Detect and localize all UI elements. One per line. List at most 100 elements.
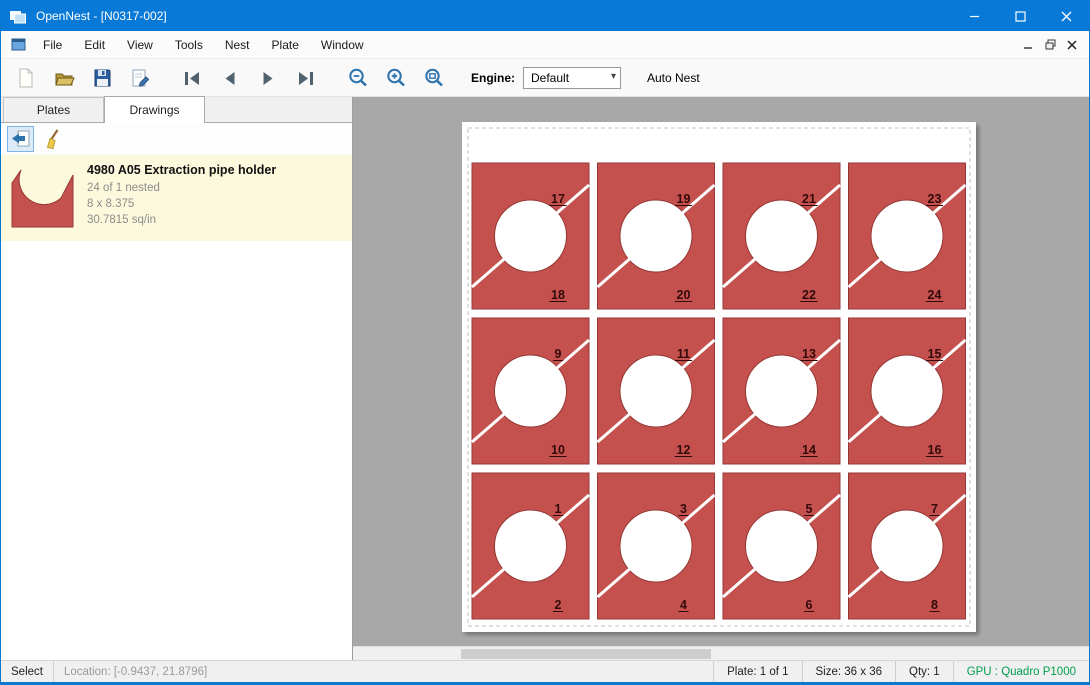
status-gpu: GPU : Quadro P1000 [953,661,1089,682]
close-icon [1061,11,1072,22]
mdi-restore-icon [1045,39,1056,50]
part-number: 14 [802,443,816,457]
nest-pair[interactable]: 21 22 [723,163,840,309]
menu-tools[interactable]: Tools [164,33,214,57]
nest-pair[interactable]: 1516 [849,318,966,464]
window-title: OpenNest - [N0317-002] [36,9,167,23]
status-plate: Plate: 1 of 1 [713,661,801,682]
nest-pair[interactable]: 34 [598,473,715,619]
menu-view[interactable]: View [116,33,164,57]
nav-next-button[interactable] [251,63,285,93]
nav-prev-button[interactable] [213,63,247,93]
part-number: 21 [802,192,816,206]
part-number: 22 [802,288,816,302]
drawing-thumbnail-shape [12,170,73,227]
nest-pair[interactable]: 2324 [849,163,966,309]
engine-select[interactable]: Default ▾ [523,67,621,89]
app-window: OpenNest - [N0317-002] File Edit View To… [0,0,1090,685]
drawing-thumbnail [9,161,77,235]
nest-pair[interactable]: 1718 [472,163,589,309]
nest-pair[interactable]: 78 [849,473,966,619]
zoom-out-button[interactable] [341,63,375,93]
nest-canvas[interactable]: 171819202122232491011121314151612345678 [353,97,1089,660]
import-drawing-icon [10,128,32,150]
menu-nest[interactable]: Nest [214,33,261,57]
mdi-close-button[interactable] [1061,35,1083,55]
nav-last-button[interactable] [289,63,323,93]
mdi-minimize-icon [1023,40,1033,50]
part-number: 2 [555,598,562,612]
part-number: 9 [555,347,562,361]
part-number: 1 [555,502,562,516]
part-number: 15 [928,347,942,361]
status-location: Location: [-0.9437, 21.8796] [54,661,217,682]
part-number: 19 [677,192,691,206]
nest-pair[interactable]: 11 12 [598,318,715,464]
nest-pair[interactable]: 56 [723,473,840,619]
maximize-icon [1015,11,1026,22]
save-as-button[interactable] [123,63,157,93]
nest-pair[interactable]: 13 14 [723,318,840,464]
zoom-fit-button[interactable] [417,63,451,93]
auto-nest-label[interactable]: Auto Nest [647,71,700,85]
nav-next-icon [257,67,279,89]
part-number: 18 [551,288,565,302]
part-number: 5 [806,502,813,516]
tab-drawings[interactable]: Drawings [104,96,205,123]
close-button[interactable] [1043,1,1089,31]
nest-pair[interactable]: 910 [472,318,589,464]
part-number: 11 [677,347,690,361]
menu-window[interactable]: Window [310,33,375,57]
drawing-list-item[interactable]: 4980 A05 Extraction pipe holder 24 of 1 … [1,155,352,241]
horizontal-scrollbar[interactable] [353,646,1089,660]
new-file-icon [15,67,37,89]
nav-prev-icon [219,67,241,89]
app-icon [9,8,27,24]
open-button[interactable] [47,63,81,93]
mdi-restore-button[interactable] [1039,35,1061,55]
menu-edit[interactable]: Edit [73,33,116,57]
menu-file[interactable]: File [32,33,73,57]
nest-pair[interactable]: 12 [472,473,589,619]
mdi-minimize-button[interactable] [1017,35,1039,55]
status-mode: Select [1,661,53,682]
clean-button[interactable] [40,126,67,152]
broom-icon [43,128,65,150]
nav-first-button[interactable] [175,63,209,93]
menu-bar: File Edit View Tools Nest Plate Window [1,31,1089,59]
plate[interactable]: 171819202122232491011121314151612345678 [462,122,976,632]
maximize-button[interactable] [997,1,1043,31]
save-icon [91,67,113,89]
drawings-toolbar [1,123,352,155]
drawing-title: 4980 A05 Extraction pipe holder [87,163,276,177]
nav-first-icon [181,67,203,89]
tab-plates[interactable]: Plates [3,97,104,122]
menu-plate[interactable]: Plate [261,33,310,57]
part-number: 12 [677,443,691,457]
side-panel: Plates Drawings 4980 A05 Extraction pipe… [1,97,353,660]
part-number: 3 [680,502,687,516]
zoom-out-icon [347,67,369,89]
status-qty: Qty: 1 [895,661,953,682]
part-number: 16 [928,443,942,457]
mdi-close-icon [1067,40,1077,50]
new-button[interactable] [9,63,43,93]
drawing-nested-count: 24 of 1 nested [87,180,276,196]
part-number: 20 [677,288,691,302]
part-number: 8 [931,598,938,612]
open-folder-icon [53,67,75,89]
minimize-button[interactable] [951,1,997,31]
main-toolbar: Engine: Default ▾ Auto Nest [1,59,1089,97]
chevron-down-icon: ▾ [611,71,616,82]
engine-value: Default [531,71,569,85]
part-number: 13 [802,347,816,361]
title-bar: OpenNest - [N0317-002] [1,1,1089,31]
status-size: Size: 36 x 36 [802,661,895,682]
zoom-in-icon [385,67,407,89]
scrollbar-thumb[interactable] [461,649,711,659]
document-icon [11,38,26,51]
import-drawing-button[interactable] [7,126,34,152]
zoom-in-button[interactable] [379,63,413,93]
nest-pair[interactable]: 1920 [598,163,715,309]
save-button[interactable] [85,63,119,93]
